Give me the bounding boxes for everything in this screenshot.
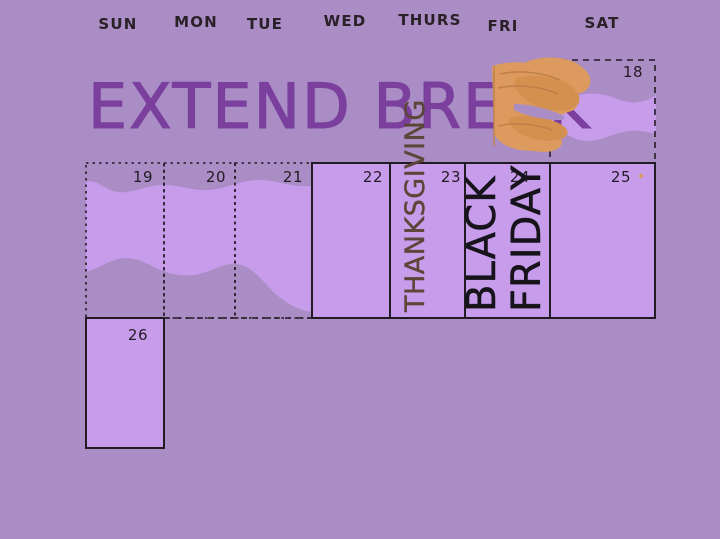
calendar-canvas: SUN MON TUE WED THURS FRI SAT EXTEND BRE… (0, 0, 720, 539)
pinching-hand-icon[interactable] (0, 0, 720, 539)
